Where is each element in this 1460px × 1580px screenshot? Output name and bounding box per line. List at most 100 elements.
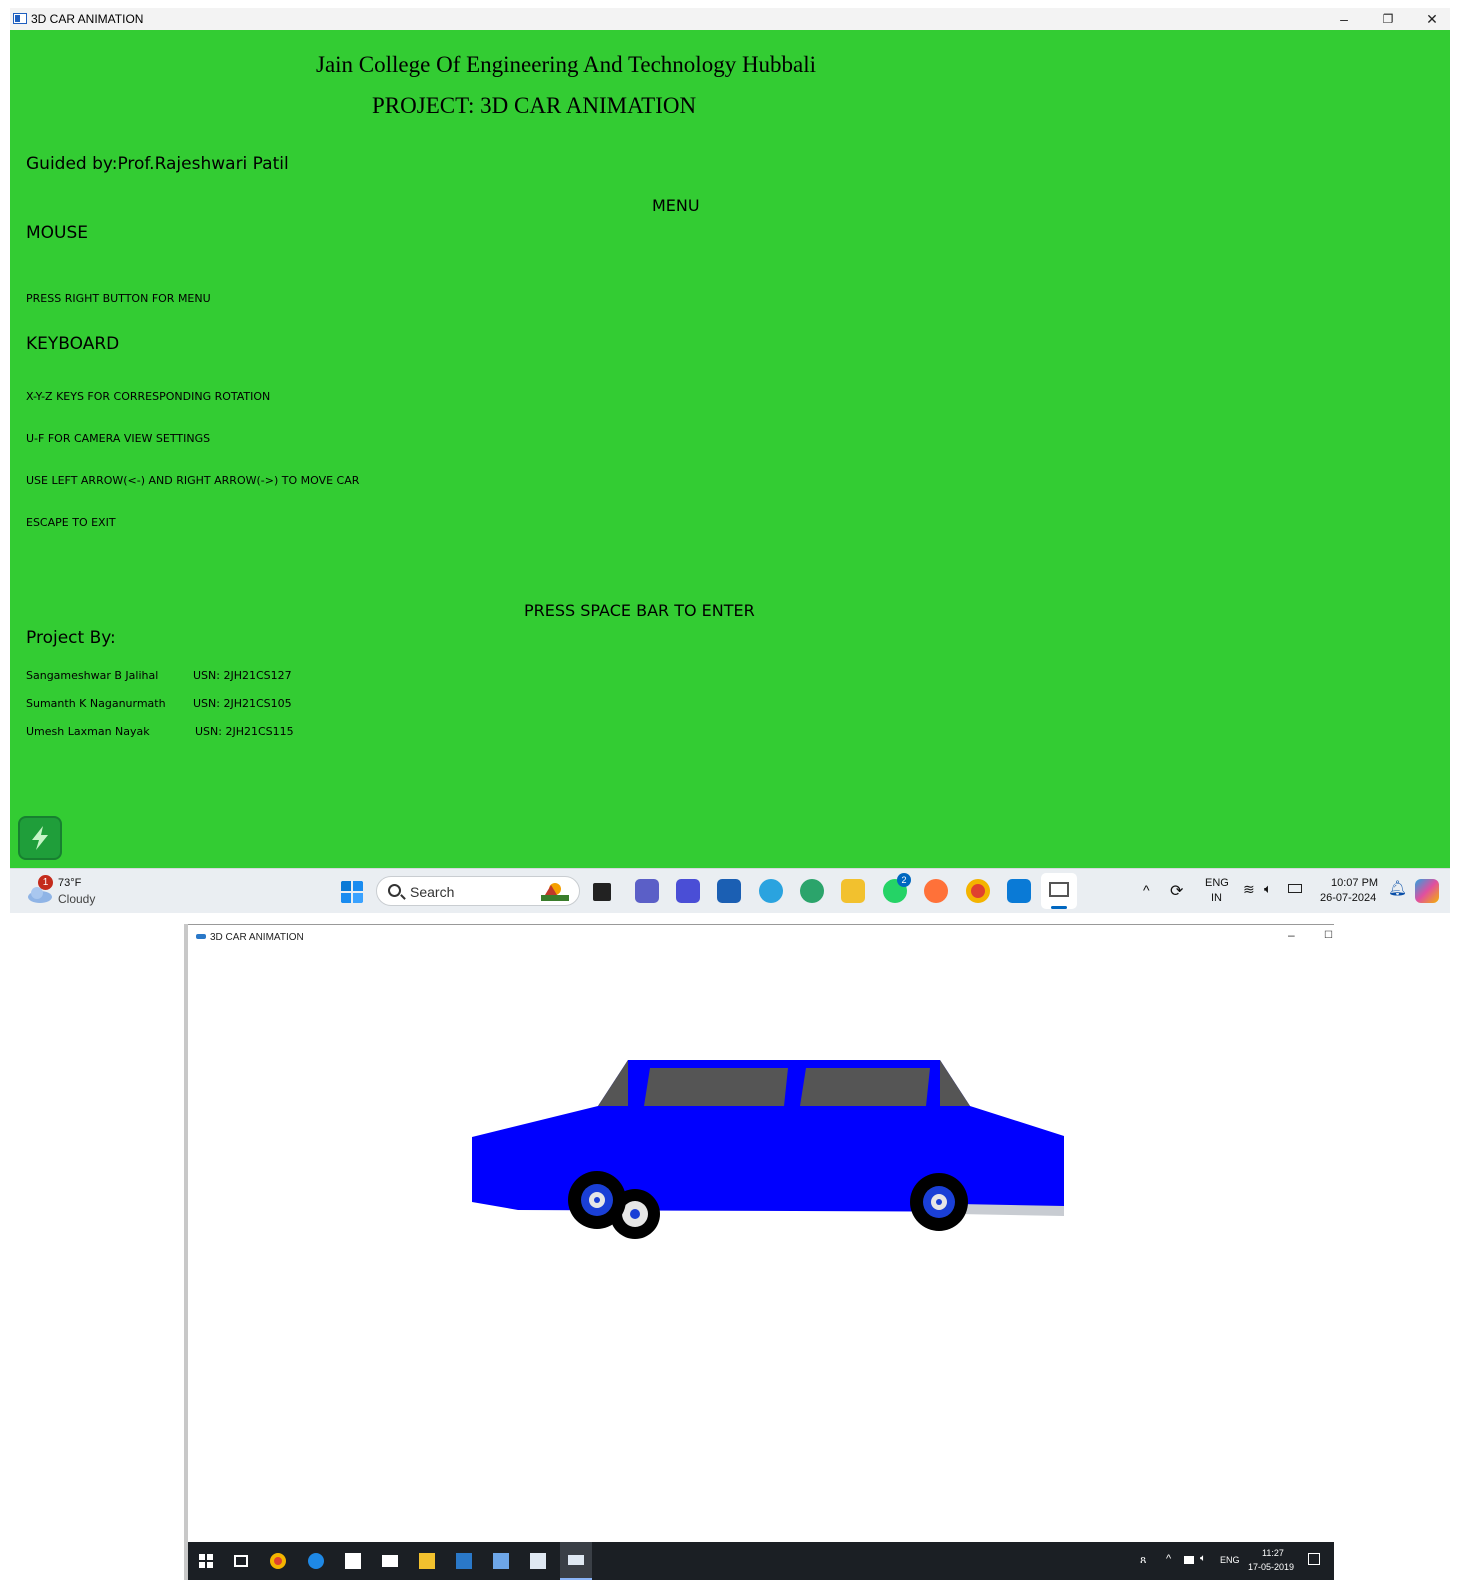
file-explorer-icon[interactable]: [419, 1553, 435, 1569]
press-space-prompt: PRESS SPACE BAR TO ENTER: [524, 601, 755, 620]
volume-icon[interactable]: 🔈︎: [1200, 1553, 1206, 1564]
car-render: [472, 1060, 1064, 1239]
bottom-app-window: 3D CAR ANIMATION – ☐ ጸ ^ 🔈︎ ENG 11:27 17…: [184, 924, 1334, 1580]
restore-button[interactable]: ❐: [1366, 8, 1410, 30]
battery-icon[interactable]: [1288, 884, 1302, 893]
maximize-button[interactable]: ☐: [1324, 930, 1333, 941]
mouse-heading: MOUSE: [26, 223, 89, 243]
close-button[interactable]: ✕: [1410, 8, 1454, 30]
car-wheel-front-right: [910, 1173, 968, 1231]
store-icon[interactable]: [717, 879, 741, 903]
search-icon: [388, 884, 401, 897]
task-view-icon[interactable]: [593, 883, 611, 901]
clock-time[interactable]: 11:27: [1262, 1548, 1284, 1558]
language-indicator[interactable]: ENG: [1220, 1555, 1240, 1565]
chevron-up-icon[interactable]: ^: [1143, 882, 1150, 898]
taskbar-search[interactable]: Search: [376, 876, 580, 906]
member-name: Umesh Laxman Nayak: [26, 725, 150, 738]
notes-app-icon[interactable]: [676, 879, 700, 903]
opengl-client-area[interactable]: Jain College Of Engineering And Technolo…: [10, 30, 1450, 868]
top-app-window: 3D CAR ANIMATION – ❐ ✕ Jain College Of E…: [10, 8, 1450, 913]
floating-app-icon[interactable]: [18, 816, 62, 860]
clock-date[interactable]: 17-05-2019: [1248, 1562, 1294, 1572]
copilot-icon[interactable]: [1415, 879, 1439, 903]
volume-icon[interactable]: 🔈︎: [1264, 881, 1272, 897]
firefox-icon[interactable]: [924, 879, 948, 903]
opengl-canvas[interactable]: [188, 948, 1334, 1542]
people-icon[interactable]: ጸ: [1140, 1554, 1146, 1567]
member-usn: USN: 2JH21CS105: [193, 697, 292, 710]
clock-time[interactable]: 10:07 PM: [1331, 877, 1378, 889]
college-name: Jain College Of Engineering And Technolo…: [316, 52, 817, 77]
menu-label: MENU: [652, 196, 700, 215]
language-top[interactable]: ENG: [1205, 877, 1229, 889]
wifi-icon[interactable]: ≋: [1243, 881, 1255, 898]
title-bar: 3D CAR ANIMATION – ❐ ✕: [10, 8, 1450, 30]
search-highlight-icon: [541, 883, 569, 901]
sync-icon[interactable]: ⟳: [1170, 881, 1183, 901]
store-icon[interactable]: [345, 1553, 361, 1569]
car-bumper: [958, 1204, 1064, 1216]
window-app-icon: [1049, 882, 1069, 897]
title-bar: 3D CAR ANIMATION – ☐: [188, 924, 1334, 948]
taskbar: 1 73°F Cloudy Search 2 ^ ⟳ ENG IN ≋ 🔈︎ 1…: [10, 868, 1450, 913]
edge-icon[interactable]: [308, 1553, 324, 1569]
language-bottom[interactable]: IN: [1211, 892, 1222, 904]
search-label: Search: [410, 884, 455, 900]
app-icon[interactable]: [493, 1553, 509, 1569]
chrome-icon[interactable]: [966, 879, 990, 903]
active-indicator: [1051, 906, 1067, 909]
file-explorer-icon[interactable]: [841, 879, 865, 903]
car-window-rear-quarter: [940, 1060, 970, 1106]
chevron-up-icon[interactable]: ^: [1166, 1553, 1171, 1565]
car-window-front-quarter: [598, 1060, 628, 1106]
whatsapp-badge: 2: [897, 873, 911, 887]
active-app-icon[interactable]: [560, 1542, 592, 1580]
window-title: 3D CAR ANIMATION: [210, 932, 304, 943]
member-usn: USN: 2JH21CS115: [195, 725, 294, 738]
key-instruction: X-Y-Z KEYS FOR CORRESPONDING ROTATION: [26, 390, 271, 403]
edge-icon[interactable]: [800, 879, 824, 903]
key-instruction: ESCAPE TO EXIT: [26, 516, 116, 529]
key-instruction: USE LEFT ARROW(<-) AND RIGHT ARROW(->) T…: [26, 474, 360, 487]
key-instruction: U-F FOR CAMERA VIEW SETTINGS: [26, 432, 211, 445]
app-window-icon: [13, 13, 27, 24]
mail-icon[interactable]: [382, 1555, 398, 1567]
active-app-icon[interactable]: [1041, 873, 1077, 909]
task-view-icon[interactable]: [234, 1555, 248, 1567]
action-center-icon[interactable]: [1308, 1553, 1320, 1565]
weather-desc: Cloudy: [58, 892, 96, 906]
minimize-button[interactable]: –: [1288, 928, 1295, 942]
member-usn: USN: 2JH21CS127: [193, 669, 292, 682]
telegram-icon[interactable]: [759, 879, 783, 903]
car-wheel-front-left: [568, 1171, 626, 1229]
app-icon[interactable]: [530, 1553, 546, 1569]
clock-date[interactable]: 26-07-2024: [1320, 892, 1376, 904]
app-icon[interactable]: [456, 1553, 472, 1569]
car-window: [644, 1068, 788, 1106]
guided-by: Guided by:Prof.Rajeshwari Patil: [26, 154, 289, 174]
chrome-icon[interactable]: [270, 1553, 286, 1569]
weather-temp: 73°F: [58, 877, 82, 889]
weather-badge: 1: [38, 875, 53, 890]
mouse-instruction: PRESS RIGHT BUTTON FOR MENU: [26, 292, 211, 305]
whatsapp-icon[interactable]: 2: [883, 873, 911, 903]
teams-icon[interactable]: [635, 879, 659, 903]
windows-start-icon[interactable]: [198, 1553, 214, 1569]
minimize-button[interactable]: –: [1322, 8, 1366, 30]
member-name: Sumanth K Naganurmath: [26, 697, 166, 710]
window-title: 3D CAR ANIMATION: [31, 12, 144, 26]
window-app-icon: [568, 1555, 584, 1565]
car-window: [800, 1068, 930, 1106]
network-icon[interactable]: [1184, 1556, 1194, 1564]
windows-start-icon[interactable]: [340, 880, 364, 904]
taskbar: ጸ ^ 🔈︎ ENG 11:27 17-05-2019: [188, 1542, 1334, 1580]
vscode-icon[interactable]: [1007, 879, 1031, 903]
keyboard-heading: KEYBOARD: [26, 334, 120, 354]
notification-bell-icon[interactable]: 🔔︎: [1388, 879, 1407, 897]
weather-widget[interactable]: 1 73°F Cloudy: [26, 875, 106, 909]
project-title: PROJECT: 3D CAR ANIMATION: [372, 93, 697, 118]
app-window-icon: [196, 934, 206, 939]
member-name: Sangameshwar B Jalihal: [26, 669, 159, 682]
project-by-heading: Project By:: [26, 628, 116, 648]
